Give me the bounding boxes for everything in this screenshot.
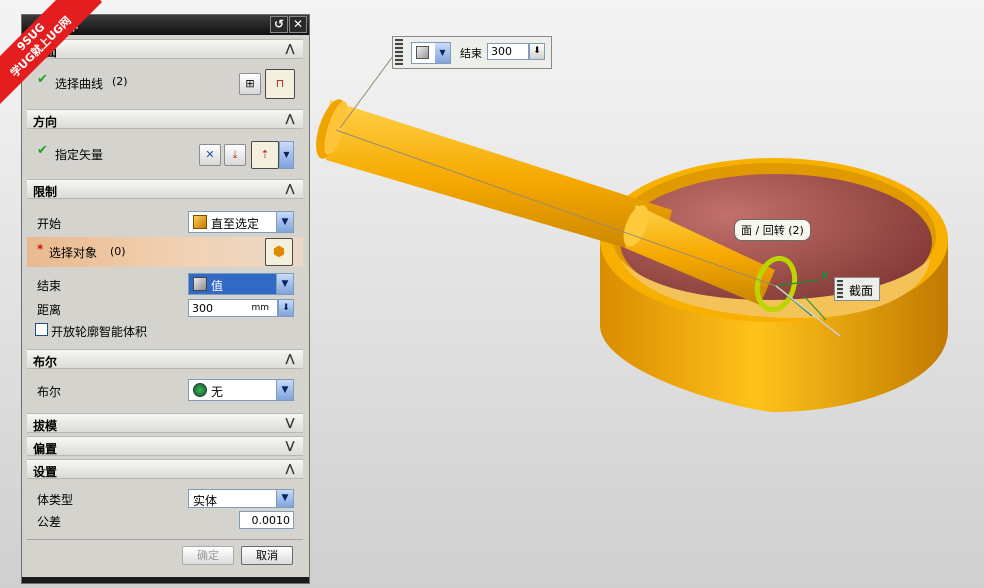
ok-button[interactable]: 确定 — [182, 546, 234, 565]
collapse-icon[interactable]: ⋀ — [283, 42, 297, 55]
boolean-label: 布尔 — [37, 385, 62, 399]
boolean-combo[interactable]: 无 ▼ — [188, 379, 294, 401]
cancel-button[interactable]: 取消 — [241, 546, 293, 565]
open-profile-row: 开放轮廓智能体积 — [27, 321, 303, 341]
limits-header-label: 限制 — [33, 185, 58, 199]
required-asterisk: * — [37, 242, 44, 256]
reverse-direction-icon[interactable]: ✕ — [199, 144, 221, 166]
floating-end-toolbar: ▼ 结束 ⬇ — [392, 36, 552, 69]
expand-icon[interactable]: ⋁ — [283, 439, 297, 452]
distance-unit: mm — [251, 303, 269, 313]
dialog-titlebar[interactable]: 拉伸 ↺ ✕ — [22, 15, 309, 35]
select-curve-row[interactable]: ✔ 选择曲线 (2) ⊞ ⊓ — [27, 69, 303, 99]
select-curve-count: (2) — [112, 75, 128, 88]
direction-header[interactable]: 方向 ⋀ — [27, 109, 303, 129]
select-body-icon[interactable]: ⬢ — [265, 238, 293, 266]
start-combo[interactable]: 直至选定 ▼ — [188, 211, 294, 233]
select-object-label: 选择对象 — [49, 246, 98, 260]
section-label: 截面 — [849, 284, 874, 298]
vector-axis-icon[interactable]: ⇡ — [251, 141, 279, 169]
end-row: 结束 值 ▼ — [27, 273, 303, 297]
tolerance-value: 0.0010 — [251, 514, 291, 527]
section-grip — [837, 280, 843, 298]
dialog-title: 拉伸 — [54, 19, 79, 33]
cube-icon[interactable]: ▼ — [411, 42, 451, 64]
start-label: 开始 — [37, 217, 62, 231]
body-type-combo[interactable]: 实体 ▼ — [188, 489, 294, 508]
distance-row: 距离 300 mm ⬇ — [27, 299, 303, 319]
tolerance-input[interactable]: 0.0010 — [239, 511, 294, 529]
float-end-label: 结束 — [460, 47, 482, 60]
section-header[interactable]: 截面 ⋀ — [27, 39, 303, 59]
chevron-down-icon[interactable]: ▼ — [276, 380, 293, 400]
open-profile-label: 开放轮廓智能体积 — [51, 325, 148, 339]
float-end-input[interactable] — [487, 43, 529, 60]
collapse-icon[interactable]: ⋀ — [283, 352, 297, 365]
axis-x-label: X — [821, 271, 829, 282]
select-object-row[interactable]: * 选择对象 (0) ⬢ — [27, 237, 303, 267]
chevron-down-icon[interactable]: ▼ — [276, 490, 293, 507]
offset-header-label: 偏置 — [33, 442, 58, 456]
body-type-label: 体类型 — [37, 493, 74, 507]
boolean-header-label: 布尔 — [33, 355, 58, 369]
vector-dropdown-icon[interactable]: ▼ — [279, 141, 294, 169]
expand-icon[interactable]: ⋁ — [283, 416, 297, 429]
direction-header-label: 方向 — [33, 115, 58, 129]
body-type-row: 体类型 实体 ▼ — [27, 489, 303, 509]
distance-value: 300 — [192, 302, 213, 315]
face-revolve-tag: 面 / 回转 (2) — [734, 219, 811, 241]
end-label: 结束 — [37, 279, 62, 293]
limits-header[interactable]: 限制 ⋀ — [27, 179, 303, 199]
sketch-section-icon[interactable]: ⊞ — [239, 73, 261, 95]
dialog-bottom-bar — [22, 577, 309, 583]
collapse-icon[interactable]: ⋀ — [283, 112, 297, 125]
distance-input[interactable]: 300 mm — [188, 299, 278, 317]
boolean-value: 无 — [211, 385, 224, 399]
value-icon — [193, 277, 207, 291]
end-value: 值 — [211, 279, 224, 293]
boolean-row: 布尔 无 ▼ — [27, 379, 303, 403]
reset-icon[interactable]: ↺ — [270, 16, 288, 33]
close-icon[interactable]: ✕ — [289, 16, 307, 33]
curve-icon[interactable]: ⊓ — [265, 69, 295, 99]
vector-label: 指定矢量 — [55, 148, 104, 162]
start-value: 直至选定 — [211, 217, 260, 231]
collapse-icon[interactable]: ⋀ — [283, 182, 297, 195]
open-profile-checkbox[interactable] — [35, 323, 48, 336]
section-header-label: 截面 — [33, 45, 58, 59]
body-type-value: 实体 — [193, 494, 218, 508]
tolerance-label: 公差 — [37, 515, 62, 529]
drag-grip[interactable] — [395, 39, 403, 65]
until-selected-icon — [193, 215, 207, 229]
distance-menu-icon[interactable]: ⬇ — [278, 299, 294, 317]
divider — [27, 539, 303, 540]
select-curve-label: 选择曲线 — [55, 77, 104, 91]
distance-label: 距离 — [37, 303, 62, 317]
tolerance-row: 公差 0.0010 — [27, 511, 303, 531]
start-row: 开始 直至选定 ▼ — [27, 211, 303, 235]
spin-down-icon[interactable]: ⬇ — [529, 43, 545, 60]
extrude-dialog: 拉伸 ↺ ✕ 截面 ⋀ ✔ 选择曲线 (2) ⊞ ⊓ 方向 ⋀ ✔ 指定矢量 ✕… — [21, 14, 310, 584]
collapse-icon[interactable]: ⋀ — [283, 462, 297, 475]
end-combo[interactable]: 值 ▼ — [188, 273, 294, 295]
settings-header[interactable]: 设置 ⋀ — [27, 459, 303, 479]
chevron-down-icon[interactable]: ▼ — [276, 274, 293, 294]
select-object-count: (0) — [110, 245, 126, 258]
settings-header-label: 设置 — [33, 465, 58, 479]
check-icon: ✔ — [37, 143, 48, 158]
none-boolean-icon — [193, 383, 207, 397]
section-label-box[interactable]: 截面 — [834, 277, 880, 301]
vector-constructor-icon[interactable]: ⤓ — [224, 144, 246, 166]
chevron-down-icon[interactable]: ▼ — [276, 212, 293, 232]
check-icon: ✔ — [37, 72, 48, 87]
draft-header-label: 拔模 — [33, 419, 58, 433]
draft-header[interactable]: 拔模 ⋁ — [27, 413, 303, 433]
offset-header[interactable]: 偏置 ⋁ — [27, 436, 303, 456]
boolean-header[interactable]: 布尔 ⋀ — [27, 349, 303, 369]
vector-row[interactable]: ✔ 指定矢量 ✕ ⤓ ⇡ ▼ — [27, 141, 303, 169]
